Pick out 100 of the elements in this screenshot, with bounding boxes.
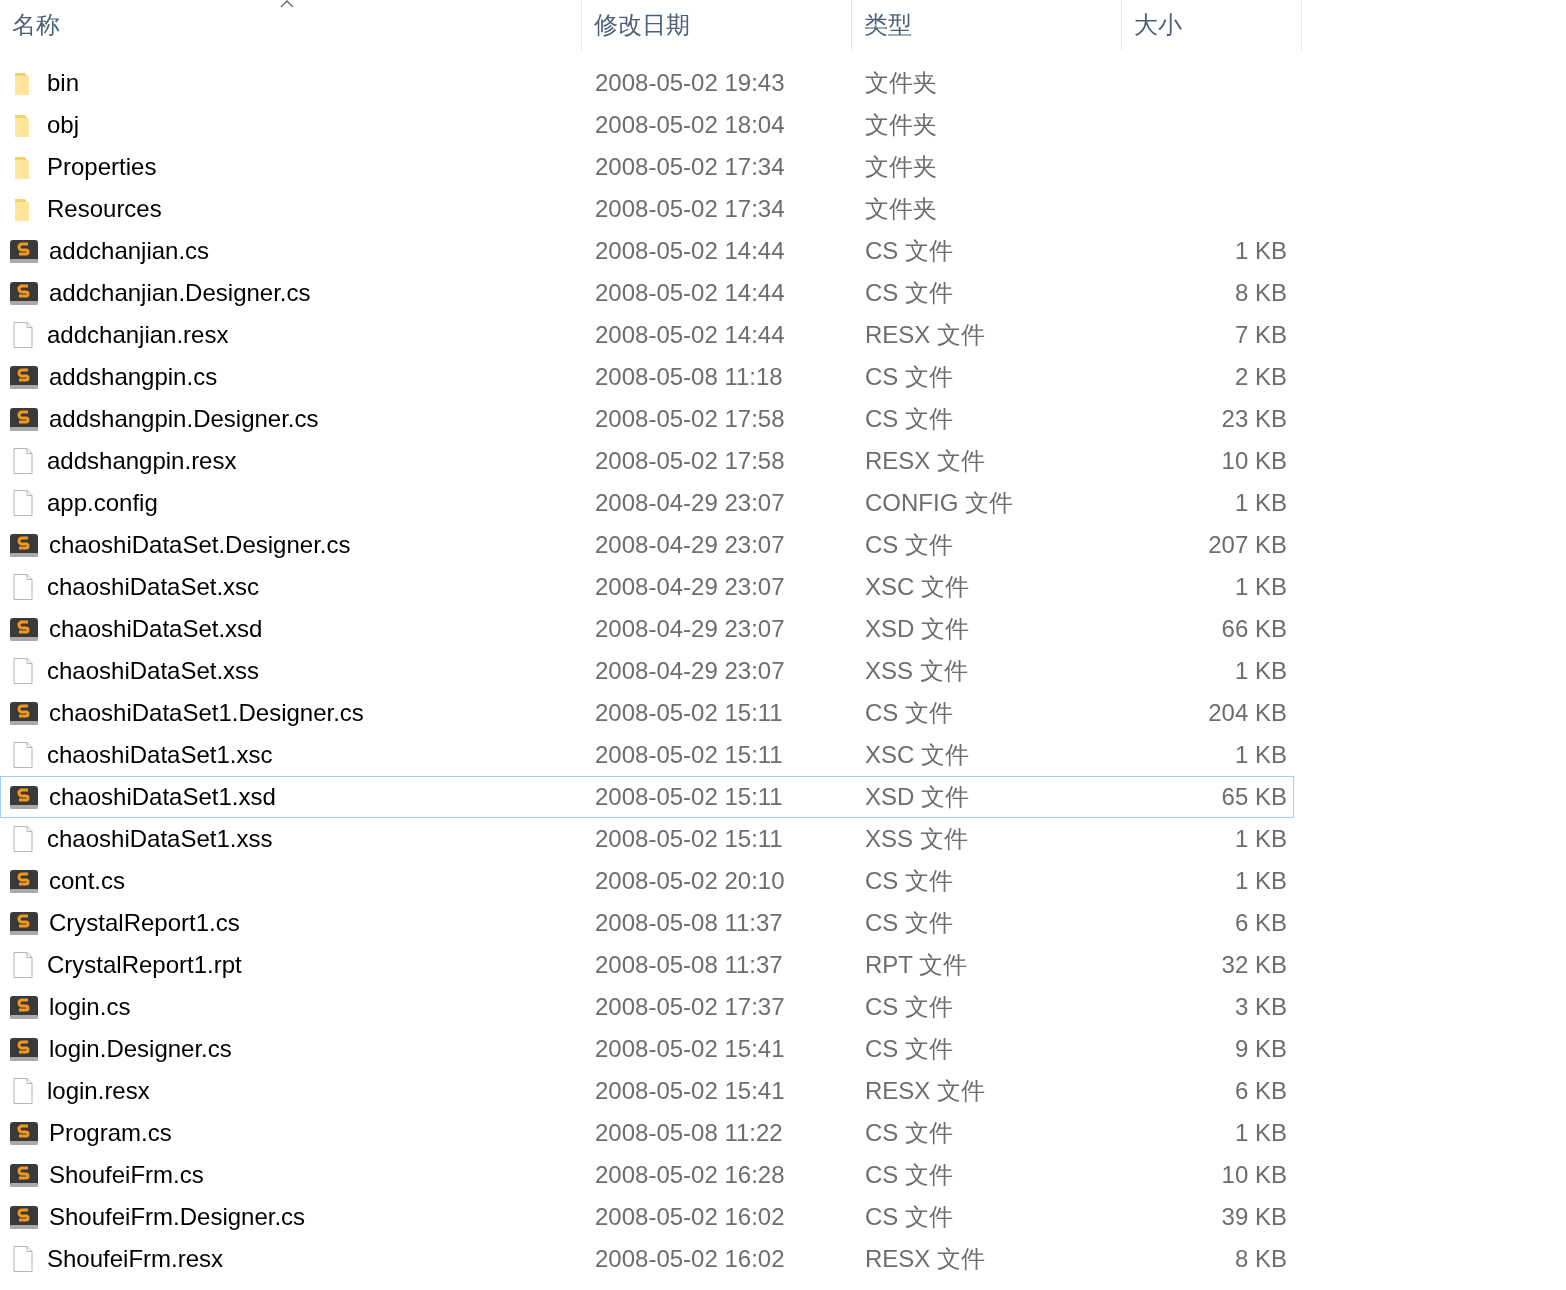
file-row[interactable]: login.cs 2008-05-02 17:37 CS 文件 3 KB	[0, 986, 1294, 1028]
file-size: 8 KB	[1234, 1245, 1287, 1273]
modified-date: 2008-05-02 20:10	[594, 867, 786, 895]
file-row[interactable]: ShoufeiFrm.cs 2008-05-02 16:28 CS 文件 10 KB	[0, 1154, 1294, 1196]
file-row[interactable]: app.config 2008-04-29 23:07 CONFIG 文件 1 KB	[0, 482, 1294, 524]
modified-date: 2008-04-29 23:07	[594, 489, 786, 517]
modified-date: 2008-05-02 19:43	[594, 69, 786, 97]
file-type: CONFIG 文件	[864, 488, 1014, 518]
file-name: cont.cs	[49, 867, 126, 895]
code-file-icon	[9, 1161, 39, 1189]
file-row[interactable]: addshangpin.cs 2008-05-08 11:18 CS 文件 2 KB	[0, 356, 1294, 398]
file-size: 39 KB	[1221, 1203, 1287, 1231]
file-size: 9 KB	[1234, 1035, 1287, 1063]
file-name: ShoufeiFrm.Designer.cs	[49, 1203, 306, 1231]
code-file-icon	[9, 1203, 39, 1231]
file-type: CS 文件	[864, 1160, 954, 1190]
file-name: addchanjian.resx	[47, 321, 229, 349]
file-type: CS 文件	[864, 278, 954, 308]
file-type: CS 文件	[864, 236, 954, 266]
modified-date: 2008-05-02 16:02	[594, 1203, 786, 1231]
file-row[interactable]: addchanjian.resx 2008-05-02 14:44 RESX 文件 7 KB	[0, 314, 1294, 356]
modified-date: 2008-04-29 23:07	[594, 657, 786, 685]
file-size: 1 KB	[1234, 489, 1287, 517]
modified-date: 2008-05-02 17:34	[594, 195, 786, 223]
file-name: obj	[47, 111, 80, 139]
file-size: 65 KB	[1221, 783, 1287, 811]
modified-date: 2008-05-08 11:22	[594, 1119, 784, 1147]
file-name: CrystalReport1.cs	[49, 909, 240, 937]
modified-date: 2008-05-08 11:37	[594, 909, 784, 937]
file-size: 1 KB	[1234, 825, 1287, 853]
code-file-icon	[9, 615, 39, 643]
file-row[interactable]: Properties 2008-05-02 17:34 文件夹	[0, 146, 1294, 188]
file-type: RPT 文件	[864, 950, 969, 980]
file-size: 1 KB	[1234, 573, 1287, 601]
modified-date: 2008-05-02 15:41	[594, 1035, 786, 1063]
column-header[interactable]: 修改日期	[582, 0, 852, 50]
modified-date: 2008-04-29 23:07	[594, 531, 786, 559]
file-type: CS 文件	[864, 1118, 954, 1148]
modified-date: 2008-05-02 16:02	[594, 1245, 786, 1273]
code-file-icon	[9, 909, 39, 937]
file-row[interactable]: chaoshiDataSet.xss 2008-04-29 23:07 XSS 文件 1 KB	[0, 650, 1294, 692]
file-type: 文件夹	[864, 152, 938, 182]
file-size: 1 KB	[1234, 1119, 1287, 1147]
file-row[interactable]: ShoufeiFrm.resx 2008-05-02 16:02 RESX 文件 8 KB	[0, 1238, 1294, 1280]
file-name: chaoshiDataSet1.Designer.cs	[49, 699, 364, 727]
file-name: Properties	[47, 153, 157, 181]
file-row[interactable]: addshangpin.resx 2008-05-02 17:58 RESX 文件 10 KB	[0, 440, 1294, 482]
file-name: Program.cs	[49, 1119, 172, 1147]
file-size: 1 KB	[1234, 237, 1287, 265]
file-row[interactable]: chaoshiDataSet.xsd 2008-04-29 23:07 XSD 文件 66 KB	[0, 608, 1294, 650]
file-type: CS 文件	[864, 698, 954, 728]
file-name: login.cs	[49, 993, 131, 1021]
file-size: 2 KB	[1234, 363, 1287, 391]
file-row[interactable]: bin 2008-05-02 19:43 文件夹	[0, 62, 1294, 104]
file-name: app.config	[47, 489, 158, 517]
file-row[interactable]: chaoshiDataSet1.xsd 2008-05-02 15:11 XSD 文件 65 KB	[0, 776, 1294, 818]
modified-date: 2008-05-02 15:11	[594, 699, 784, 727]
file-size: 10 KB	[1221, 447, 1287, 475]
modified-date: 2008-05-02 15:11	[594, 741, 784, 769]
code-file-icon	[9, 279, 39, 307]
modified-date: 2008-05-02 14:44	[594, 321, 786, 349]
file-row[interactable]: login.resx 2008-05-02 15:41 RESX 文件 6 KB	[0, 1070, 1294, 1112]
column-header[interactable]: 名称	[0, 0, 582, 50]
file-size: 6 KB	[1234, 909, 1287, 937]
modified-date: 2008-05-02 18:04	[594, 111, 786, 139]
file-row[interactable]: obj 2008-05-02 18:04 文件夹	[0, 104, 1294, 146]
file-name: addshangpin.resx	[47, 447, 237, 475]
file-row[interactable]: CrystalReport1.rpt 2008-05-08 11:37 RPT 文件 32 KB	[0, 944, 1294, 986]
file-type: RESX 文件	[864, 1076, 987, 1106]
modified-date: 2008-05-02 17:58	[594, 405, 786, 433]
file-row[interactable]: CrystalReport1.cs 2008-05-08 11:37 CS 文件 6 KB	[0, 902, 1294, 944]
file-row[interactable]: addchanjian.Designer.cs 2008-05-02 14:44 CS 文件 8 KB	[0, 272, 1294, 314]
file-row[interactable]: addchanjian.cs 2008-05-02 14:44 CS 文件 1 KB	[0, 230, 1294, 272]
modified-date: 2008-04-29 23:07	[594, 573, 786, 601]
file-name: chaoshiDataSet.xss	[47, 657, 260, 685]
column-header[interactable]: 大小	[1122, 0, 1302, 50]
column-header[interactable]: 类型	[852, 0, 1122, 50]
file-name: addchanjian.Designer.cs	[49, 279, 311, 307]
file-type: CS 文件	[864, 530, 954, 560]
modified-date: 2008-05-02 15:11	[594, 825, 784, 853]
modified-date: 2008-05-02 17:37	[594, 993, 786, 1021]
file-row[interactable]: cont.cs 2008-05-02 20:10 CS 文件 1 KB	[0, 860, 1294, 902]
file-row[interactable]: Resources 2008-05-02 17:34 文件夹	[0, 188, 1294, 230]
file-size: 8 KB	[1234, 279, 1287, 307]
file-row[interactable]: Program.cs 2008-05-08 11:22 CS 文件 1 KB	[0, 1112, 1294, 1154]
file-name: login.resx	[47, 1077, 150, 1105]
file-row[interactable]: chaoshiDataSet.xsc 2008-04-29 23:07 XSC 文件 1 KB	[0, 566, 1294, 608]
file-size: 204 KB	[1208, 699, 1287, 727]
code-file-icon	[9, 405, 39, 433]
file-type: 文件夹	[864, 68, 938, 98]
file-row[interactable]: ShoufeiFrm.Designer.cs 2008-05-02 16:02 CS 文件 39 KB	[0, 1196, 1294, 1238]
file-row[interactable]: addshangpin.Designer.cs 2008-05-02 17:58 CS 文件 23 KB	[0, 398, 1294, 440]
file-row[interactable]: chaoshiDataSet.Designer.cs 2008-04-29 23:07 CS 文件 207 KB	[0, 524, 1294, 566]
modified-date: 2008-05-02 15:11	[594, 783, 784, 811]
file-row[interactable]: chaoshiDataSet1.Designer.cs 2008-05-02 15:11 CS 文件 204 KB	[0, 692, 1294, 734]
file-type: RESX 文件	[864, 446, 987, 476]
file-row[interactable]: chaoshiDataSet1.xss 2008-05-02 15:11 XSS 文件 1 KB	[0, 818, 1294, 860]
file-row[interactable]: chaoshiDataSet1.xsc 2008-05-02 15:11 XSC 文件 1 KB	[0, 734, 1294, 776]
file-row[interactable]: login.Designer.cs 2008-05-02 15:41 CS 文件 9 KB	[0, 1028, 1294, 1070]
file-name: CrystalReport1.rpt	[47, 951, 242, 979]
